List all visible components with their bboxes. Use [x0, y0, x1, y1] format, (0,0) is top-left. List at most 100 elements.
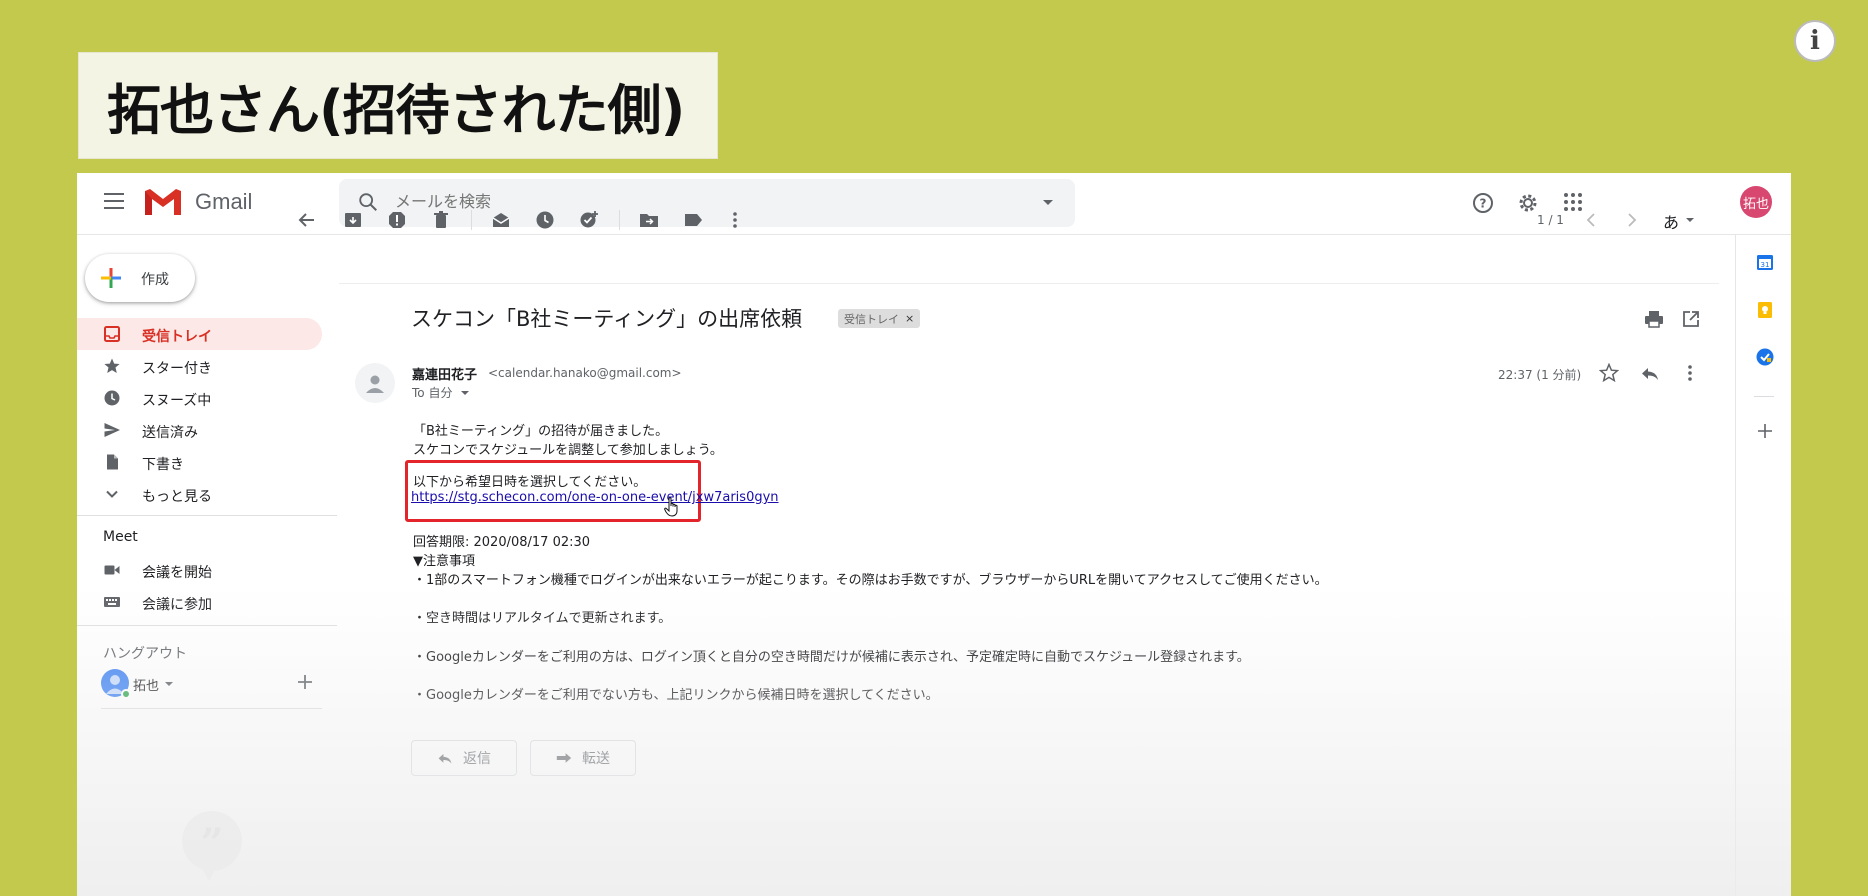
app-name: Gmail: [195, 189, 253, 214]
hangouts-user-name[interactable]: 拓也: [133, 675, 159, 694]
info-icon[interactable]: i: [1794, 20, 1836, 62]
delete-trash-icon[interactable]: [431, 210, 451, 230]
side-panel-divider: [1754, 396, 1774, 397]
mark-unread-icon[interactable]: [491, 210, 511, 230]
sender-name[interactable]: 嘉連田花子: [412, 364, 477, 383]
reply-button[interactable]: 返信: [411, 740, 517, 776]
get-addons-plus-icon[interactable]: [1756, 422, 1774, 440]
sidebar-divider: [77, 625, 337, 626]
help-icon[interactable]: ?: [1471, 191, 1495, 215]
sidebar-item-label: 会議に参加: [142, 597, 212, 613]
keep-icon[interactable]: [1756, 301, 1774, 319]
add-contact-plus-icon[interactable]: [298, 675, 312, 689]
sidebar-divider: [101, 708, 322, 709]
star-icon: [104, 358, 120, 373]
message-more-vert-icon[interactable]: [1680, 363, 1700, 383]
hand-cursor-icon: [664, 497, 678, 517]
sender-avatar[interactable]: [355, 363, 395, 403]
sidebar-item-label: スヌーズ中: [142, 393, 212, 409]
toolbar-separator: [471, 210, 472, 230]
schedule-link[interactable]: https://stg.schecon.com/one-on-one-event…: [411, 490, 779, 505]
hangouts-user-dropdown-icon[interactable]: [165, 682, 173, 686]
toolbar-divider: [339, 283, 1719, 284]
sidebar-item-label: 送信済み: [142, 425, 198, 441]
sidebar-item-label: 受信トレイ: [142, 329, 212, 345]
remove-label-icon[interactable]: ×: [905, 312, 914, 325]
input-tools-button[interactable]: あ: [1663, 209, 1679, 233]
account-avatar[interactable]: 拓也: [1740, 186, 1772, 218]
sidebar-item-label: 会議を開始: [142, 565, 212, 581]
reply-label: 返信: [463, 751, 491, 767]
send-icon: [104, 423, 120, 437]
quote-icon: ”: [200, 820, 223, 867]
toolbar-separator: [619, 210, 620, 230]
inbox-icon: [104, 326, 120, 342]
label-chip-text: 受信トレイ: [844, 312, 899, 326]
sidebar-item-inbox[interactable]: 受信トレイ: [77, 318, 322, 350]
recipient-details-dropdown-icon[interactable]: [461, 391, 469, 395]
gmail-logo-icon: [145, 189, 181, 215]
open-in-new-window-icon[interactable]: [1681, 309, 1701, 329]
body-line: 回答期限: 2020/08/17 02:30: [413, 535, 591, 550]
recipient-summary[interactable]: To 自分: [412, 384, 452, 401]
snooze-clock-icon[interactable]: [535, 210, 555, 230]
compose-label: 作成: [141, 272, 169, 288]
label-tag-icon[interactable]: [683, 210, 703, 230]
body-line: ▼注意事項: [413, 554, 475, 569]
older-chevron-right-icon[interactable]: [1622, 210, 1642, 230]
gmail-window: Gmail ? 拓也 作成 受信トレイ スター付き スヌーズ中 送信済み: [77, 173, 1791, 896]
archive-icon[interactable]: [343, 210, 363, 230]
sidebar-item-sent[interactable]: 送信済み: [77, 414, 322, 446]
main-menu-icon[interactable]: [104, 193, 124, 209]
calendar-icon[interactable]: 31: [1756, 253, 1774, 271]
sidebar-item-drafts[interactable]: 下書き: [77, 446, 322, 478]
add-to-tasks-icon[interactable]: [579, 210, 599, 230]
sidebar-item-more[interactable]: もっと見る: [77, 478, 322, 510]
newer-chevron-left-icon[interactable]: [1581, 210, 1601, 230]
side-panel: 31: [1735, 235, 1791, 896]
body-line: スケコンでスケジュールを調整して参加しましょう。: [413, 443, 723, 458]
print-icon[interactable]: [1644, 309, 1664, 329]
body-line: 「B社ミーティング」の招待が届きました。: [413, 424, 669, 439]
hangouts-user-avatar[interactable]: [101, 669, 131, 699]
hangouts-placeholder-icon: ”: [182, 811, 242, 871]
compose-button[interactable]: 作成: [85, 254, 195, 302]
settings-gear-icon[interactable]: [1516, 191, 1540, 215]
body-line: ・1部のスマートフォン機種でログインが出来ないエラーが起こります。その際はお手数…: [413, 573, 1328, 588]
more-vert-icon[interactable]: [725, 210, 745, 230]
back-arrow-icon[interactable]: [297, 210, 317, 230]
gmail-logo[interactable]: Gmail: [143, 187, 252, 217]
app-header: Gmail ? 拓也: [77, 173, 1791, 235]
sidebar-item-label: 下書き: [142, 457, 184, 473]
move-to-icon[interactable]: [639, 210, 659, 230]
body-line: ・空き時間はリアルタイムで更新されます。: [413, 611, 672, 626]
video-icon: [104, 565, 120, 575]
sidebar-item-starred[interactable]: スター付き: [77, 350, 322, 382]
compose-plus-icon: [101, 268, 121, 288]
sidebar-item-join-meeting[interactable]: 会議に参加: [77, 586, 322, 618]
online-status-dot: [121, 689, 131, 699]
svg-text:”: ”: [200, 820, 223, 867]
input-tools-dropdown-icon[interactable]: [1686, 218, 1694, 222]
search-options-icon[interactable]: [1043, 200, 1053, 205]
body-line: ・Googleカレンダーをご利用の方は、ログイン頂くと自分の空き時間だけが候補に…: [413, 650, 1250, 665]
sidebar-item-snoozed[interactable]: スヌーズ中: [77, 382, 322, 414]
email-subject: スケコン「B社ミーティング」の出席依頼: [411, 307, 803, 331]
star-outline-icon[interactable]: [1599, 363, 1619, 383]
tasks-icon[interactable]: [1756, 348, 1774, 366]
forward-button[interactable]: 転送: [530, 740, 636, 776]
hangouts-section-title: ハングアウト: [103, 646, 187, 662]
hangouts-placeholder-tail: [199, 863, 219, 881]
forward-label: 転送: [582, 751, 610, 767]
sidebar-item-start-meeting[interactable]: 会議を開始: [77, 554, 322, 586]
chevron-down-icon: [106, 490, 118, 498]
meet-section-title: Meet: [103, 529, 138, 545]
report-spam-icon[interactable]: [387, 210, 407, 230]
sidebar-divider: [77, 515, 337, 516]
inbox-label-chip[interactable]: 受信トレイ ×: [838, 309, 921, 328]
forward-icon: [556, 753, 572, 763]
reply-arrow-icon[interactable]: [1640, 363, 1660, 383]
svg-text:?: ?: [1480, 197, 1487, 211]
sidebar-item-label: スター付き: [142, 361, 212, 377]
reply-icon: [438, 754, 452, 764]
